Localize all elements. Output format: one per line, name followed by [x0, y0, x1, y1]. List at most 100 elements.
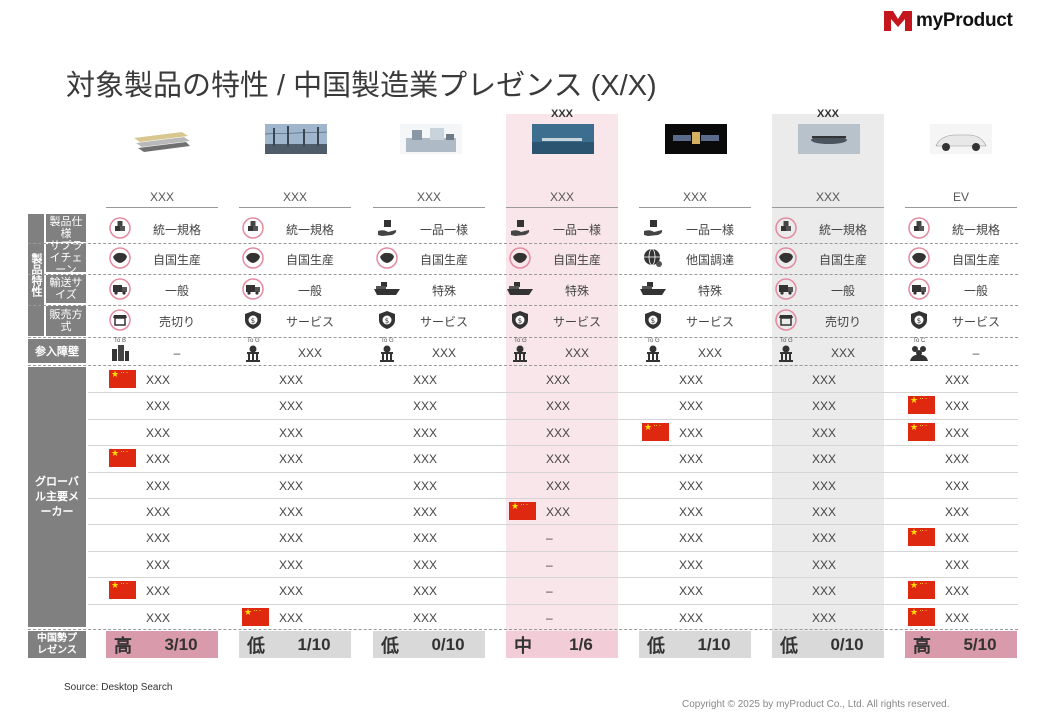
maker-name: XXX — [679, 426, 704, 440]
row-divider — [28, 274, 1018, 275]
maker-name: XXX — [679, 584, 704, 598]
shop-icon — [109, 309, 131, 336]
cell-supply: 自国生産 — [152, 253, 201, 267]
maker-name: XXX — [679, 452, 704, 466]
product-photo — [532, 124, 594, 154]
row-label-makers: グローバル主要メーカー — [28, 367, 86, 627]
product-photo — [930, 124, 992, 154]
maker-name: XXX — [279, 399, 304, 413]
barrier-tag: To G — [381, 338, 394, 344]
svg-text:$: $ — [385, 317, 389, 325]
cell-spec: 統一規格 — [951, 223, 1000, 237]
capitol-icon — [509, 342, 531, 369]
product-photo — [134, 132, 190, 152]
maker-row-divider — [88, 419, 1018, 420]
column-header: XXX — [373, 190, 485, 208]
maker-name: XXX — [812, 399, 837, 413]
china-flag-icon — [109, 446, 136, 467]
cell-transport: 特殊 — [564, 284, 589, 298]
maker-row-divider — [88, 472, 1018, 473]
presence-level: 高 — [913, 635, 931, 656]
cubes-icon — [109, 217, 131, 244]
ship-icon — [639, 278, 667, 303]
cell-transport: 特殊 — [431, 284, 456, 298]
cell-barrier: XXX — [431, 346, 456, 360]
cell-sales: サービス — [419, 315, 468, 329]
globe-icon — [642, 247, 664, 274]
presence-cell: 高 3/10 — [106, 631, 218, 658]
maker-row-divider — [88, 524, 1018, 525]
capitol-icon — [642, 342, 664, 369]
china-map-icon — [109, 247, 131, 274]
highlight-label: XXX — [816, 108, 839, 120]
barrier-tag: To B — [114, 338, 127, 344]
cell-barrier: – — [972, 346, 980, 360]
china-map-icon — [509, 247, 531, 274]
maker-name: – — [546, 558, 553, 572]
shield-dollar-icon: $ — [376, 309, 398, 336]
maker-name: XXX — [413, 531, 438, 545]
presence-count: 1/10 — [697, 634, 731, 654]
maker-name: XXX — [812, 531, 837, 545]
maker-name: XXX — [945, 505, 970, 519]
maker-name: XXX — [812, 611, 837, 625]
column-header: XXX — [106, 190, 218, 208]
hand-cube-icon — [509, 217, 531, 244]
barrier-tag: To G — [247, 338, 260, 344]
maker-name: XXX — [413, 479, 438, 493]
cell-sales: サービス — [552, 315, 601, 329]
maker-name: XXX — [945, 584, 970, 598]
svg-text:$: $ — [251, 317, 255, 325]
cell-transport: 一般 — [963, 284, 988, 298]
svg-text:$: $ — [917, 317, 921, 325]
cell-spec: 一品一様 — [419, 223, 468, 237]
row-label-transport: 輸送サイズ — [46, 275, 86, 303]
maker-name: XXX — [679, 611, 704, 625]
truck-icon — [775, 278, 797, 305]
column-header: XXX — [506, 190, 618, 208]
maker-name: – — [546, 531, 553, 545]
cell-barrier: XXX — [830, 346, 855, 360]
cell-barrier: – — [173, 346, 181, 360]
maker-row-divider — [88, 445, 1018, 446]
china-flag-icon — [242, 605, 269, 626]
product-photo — [400, 124, 462, 154]
presence-level: 高 — [114, 635, 132, 656]
maker-name: XXX — [146, 452, 171, 466]
maker-name: XXX — [679, 531, 704, 545]
maker-name: XXX — [279, 558, 304, 572]
cell-spec: 一品一様 — [552, 223, 601, 237]
presence-cell: 中 1/6 — [506, 631, 618, 658]
presence-cell: 低 1/10 — [239, 631, 351, 658]
maker-name: XXX — [679, 373, 704, 387]
cell-barrier: XXX — [697, 346, 722, 360]
maker-name: XXX — [812, 584, 837, 598]
cell-sales: サービス — [951, 315, 1000, 329]
cubes-icon — [908, 217, 930, 244]
cell-supply: 他国調達 — [685, 253, 734, 267]
column-header: EV — [905, 190, 1017, 208]
china-flag-icon — [109, 578, 136, 599]
maker-name: XXX — [812, 558, 837, 572]
cell-supply: 自国生産 — [552, 253, 601, 267]
product-characteristics-label: 製品特性 — [28, 214, 44, 336]
cell-spec: 統一規格 — [285, 223, 334, 237]
maker-name: XXX — [279, 479, 304, 493]
china-flag-icon — [908, 525, 935, 546]
maker-name: XXX — [546, 399, 571, 413]
maker-name: XXX — [812, 452, 837, 466]
ship-icon — [373, 278, 401, 303]
maker-row-divider — [88, 392, 1018, 393]
presence-level: 低 — [381, 635, 399, 656]
source-note: Source: Desktop Search — [64, 682, 173, 693]
cell-supply: 自国生産 — [285, 253, 334, 267]
cubes-icon — [242, 217, 264, 244]
maker-name: XXX — [279, 452, 304, 466]
cell-supply: 自国生産 — [818, 253, 867, 267]
ship-icon — [506, 278, 534, 303]
china-map-icon — [376, 247, 398, 274]
maker-name: XXX — [945, 558, 970, 572]
maker-name: XXX — [279, 373, 304, 387]
presence-count: 1/6 — [569, 634, 593, 654]
page-title: 対象製品の特性 / 中国製造業プレゼンス (X/X) — [66, 70, 657, 102]
